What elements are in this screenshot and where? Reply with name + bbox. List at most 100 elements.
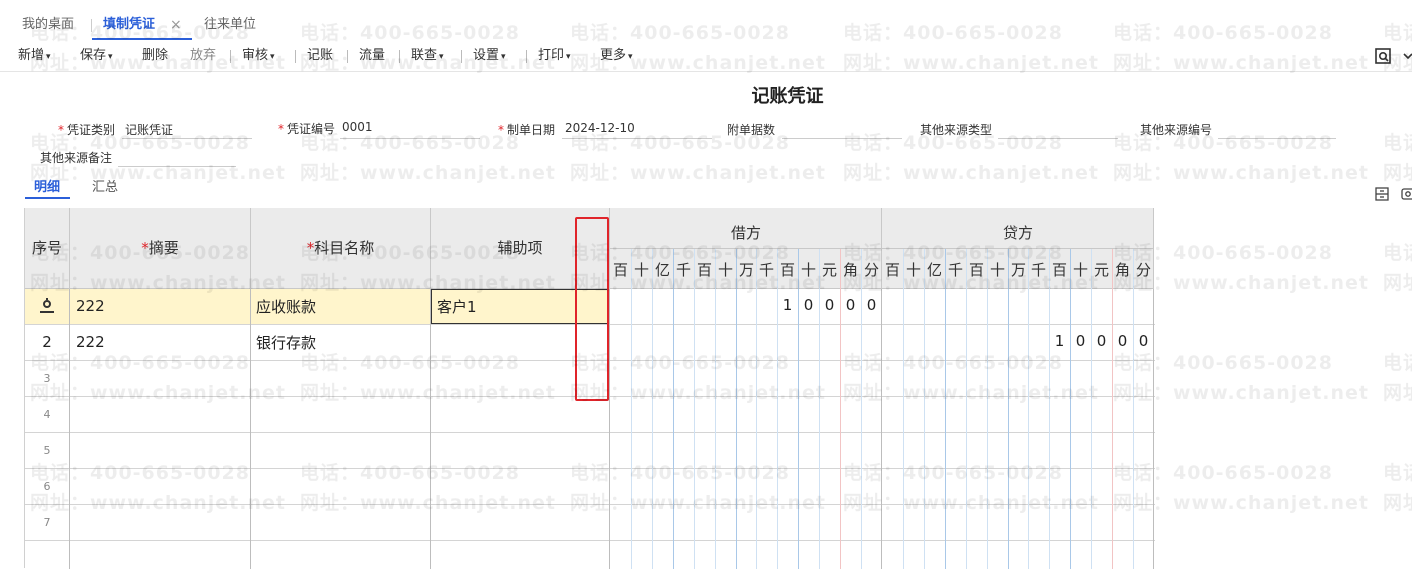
row-settings-icon[interactable] bbox=[37, 297, 57, 315]
source-type-field[interactable] bbox=[998, 138, 1118, 139]
header-summary-text: 摘要 bbox=[148, 239, 179, 257]
row1-debit-amount-digit: 0 bbox=[845, 296, 856, 314]
row1-debit-amount-digit: 0 bbox=[824, 296, 835, 314]
link-label: 联查 bbox=[411, 48, 438, 63]
print-button[interactable]: 打印 ▾ bbox=[538, 40, 571, 72]
digit-divider bbox=[1028, 249, 1029, 569]
link-query-button[interactable]: 联查 ▾ bbox=[411, 40, 444, 72]
active-subtab-indicator bbox=[25, 197, 70, 199]
digit-divider bbox=[631, 249, 632, 569]
column-divider bbox=[881, 289, 882, 569]
digit-divider bbox=[694, 249, 695, 569]
digit-header: 十 bbox=[989, 261, 1005, 279]
tab-detail[interactable]: 明细 bbox=[34, 176, 60, 195]
audit-button[interactable]: 审核 ▾ bbox=[242, 40, 275, 72]
print-label: 打印 bbox=[538, 48, 565, 63]
close-tab-icon[interactable]: × bbox=[170, 8, 182, 40]
digit-divider bbox=[966, 249, 967, 569]
chevron-down-icon: ▾ bbox=[566, 52, 571, 62]
watermark-phone: 电话：400-665-0028 bbox=[1383, 242, 1412, 264]
digit-divider bbox=[673, 249, 674, 569]
toolbar-separator bbox=[295, 50, 296, 63]
digit-header: 角 bbox=[1114, 261, 1130, 279]
digit-header: 十 bbox=[800, 261, 816, 279]
layout-icon[interactable] bbox=[1374, 186, 1390, 202]
audit-label: 审核 bbox=[242, 48, 269, 63]
row-divider bbox=[25, 540, 1155, 541]
digit-divider bbox=[756, 249, 757, 569]
digit-header: 百 bbox=[884, 261, 900, 279]
digit-header: 百 bbox=[696, 261, 712, 279]
voucher-type-label-text: 凭证类别 bbox=[67, 123, 116, 137]
row5-seq: 5 bbox=[43, 444, 51, 457]
row2-credit-amount-digit: 0 bbox=[1117, 332, 1128, 350]
tab-my-desktop[interactable]: 我的桌面 bbox=[22, 8, 74, 40]
voucher-type-label: * 凭证类别 bbox=[58, 121, 115, 138]
watermark-phone: 电话：400-665-0028 bbox=[1383, 462, 1412, 484]
voucher-type-field[interactable]: 记账凭证 bbox=[125, 121, 173, 138]
required-mark: * bbox=[141, 239, 149, 257]
source-note-field[interactable] bbox=[118, 166, 236, 167]
row1-summary[interactable]: 222 bbox=[76, 297, 105, 315]
delete-button[interactable]: 删除 bbox=[142, 40, 168, 72]
watermark-site: 网址：www.chanjet.net bbox=[843, 162, 1099, 184]
row2-summary[interactable]: 222 bbox=[76, 333, 105, 351]
toolbar-separator bbox=[461, 50, 462, 63]
page-title: 记账凭证 bbox=[751, 86, 824, 107]
post-button[interactable]: 记账 bbox=[307, 40, 333, 72]
save-button[interactable]: 保存 ▾ bbox=[80, 40, 113, 72]
digit-header: 百 bbox=[1051, 261, 1067, 279]
digit-header: 亿 bbox=[654, 261, 670, 279]
new-button[interactable]: 新增 ▾ bbox=[18, 40, 51, 72]
tab-summary[interactable]: 汇总 bbox=[92, 176, 118, 195]
source-note-label: 其他来源备注 bbox=[40, 151, 113, 165]
flow-button[interactable]: 流量 bbox=[359, 40, 385, 72]
digit-divider bbox=[652, 249, 653, 569]
digit-divider bbox=[945, 249, 946, 569]
digit-divider bbox=[1008, 249, 1009, 569]
header-account-text: 科目名称 bbox=[314, 239, 375, 257]
chevron-down-icon: ▾ bbox=[46, 52, 51, 62]
voucher-no-field[interactable]: 0001 bbox=[342, 120, 373, 134]
tab-fill-voucher[interactable]: 填制凭证 bbox=[103, 8, 155, 40]
digit-divider bbox=[736, 249, 737, 569]
digit-divider bbox=[924, 249, 925, 569]
digit-divider bbox=[1091, 249, 1092, 569]
date-field[interactable]: 2024-12-10 bbox=[565, 121, 635, 135]
row2-credit-amount-digit: 0 bbox=[1138, 332, 1149, 350]
attachments-field[interactable] bbox=[782, 138, 902, 139]
row1-aux[interactable]: 客户1 bbox=[437, 296, 477, 317]
tab-bar: 我的桌面 填制凭证 × 往来单位 bbox=[0, 8, 1412, 40]
source-type-label: 其他来源类型 bbox=[920, 123, 993, 137]
digit-header: 千 bbox=[947, 261, 963, 279]
digit-header: 十 bbox=[905, 261, 921, 279]
header-divider bbox=[610, 288, 1154, 289]
chevron-down-icon: ▾ bbox=[270, 52, 275, 62]
tab-counterparty[interactable]: 往来单位 bbox=[204, 8, 256, 40]
discard-button[interactable]: 放弃 bbox=[190, 40, 216, 72]
field-underline bbox=[562, 138, 712, 139]
settings-button[interactable]: 设置 ▾ bbox=[473, 40, 506, 72]
digit-header: 百 bbox=[779, 261, 795, 279]
digit-divider bbox=[1133, 249, 1134, 569]
digit-header: 亿 bbox=[926, 261, 942, 279]
preview-icon[interactable] bbox=[1374, 46, 1394, 66]
save-label: 保存 bbox=[80, 48, 107, 63]
row1-account[interactable]: 应收账款 bbox=[256, 296, 316, 317]
row4-seq: 4 bbox=[43, 408, 51, 421]
digit-divider bbox=[715, 249, 716, 569]
toolbar-separator bbox=[399, 50, 400, 63]
row2-account[interactable]: 银行存款 bbox=[256, 332, 316, 353]
chevron-down-icon: ▾ bbox=[108, 52, 113, 62]
source-no-field[interactable] bbox=[1218, 138, 1336, 139]
digit-header: 十 bbox=[633, 261, 649, 279]
date-label-text: 制单日期 bbox=[507, 123, 556, 137]
row-divider bbox=[25, 468, 1155, 469]
header-seq: 序号 bbox=[25, 208, 70, 289]
more-button[interactable]: 更多 ▾ bbox=[600, 40, 633, 72]
new-label: 新增 bbox=[18, 48, 45, 63]
chevron-down-icon[interactable] bbox=[1402, 46, 1412, 66]
toolbar-separator bbox=[230, 50, 231, 63]
print-icon[interactable] bbox=[1400, 186, 1412, 202]
toolbar-separator bbox=[526, 50, 527, 63]
